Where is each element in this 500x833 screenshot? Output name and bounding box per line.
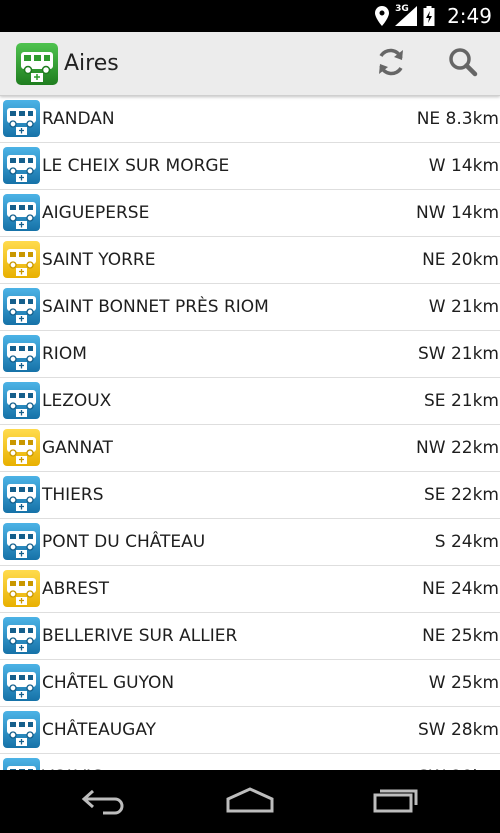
aire-distance: SE 22km (424, 485, 499, 505)
aire-distance: W 21km (428, 297, 499, 317)
camper-van-icon (3, 711, 40, 748)
list-item[interactable]: LE CHEIX SUR MORGE W 14km (0, 143, 500, 190)
aire-distance: S 24km (434, 532, 499, 552)
camper-van-icon (3, 241, 40, 278)
aire-distance: NE 25km (422, 626, 499, 646)
list-item[interactable]: SAINT BONNET PRÈS RIOM W 21km (0, 284, 500, 331)
camper-van-icon (3, 476, 40, 513)
search-button[interactable] (443, 44, 483, 84)
aire-name: SAINT YORRE (42, 250, 156, 270)
list-item[interactable]: LEZOUX SE 21km (0, 378, 500, 425)
recent-apps-icon (371, 785, 421, 819)
aire-name: AIGUEPERSE (42, 203, 150, 223)
network-type-label: 3G (395, 4, 409, 14)
list-item[interactable]: VOLVIC SW 28km (0, 754, 500, 770)
camper-van-icon (3, 523, 40, 560)
signal-icon: 3G (395, 4, 418, 26)
home-button[interactable] (210, 780, 290, 824)
battery-icon (423, 6, 435, 26)
aire-name: BELLERIVE SUR ALLIER (42, 626, 238, 646)
list-item[interactable]: THIERS SE 22km (0, 472, 500, 519)
list-item[interactable]: GANNAT NW 22km (0, 425, 500, 472)
list-item[interactable]: AIGUEPERSE NW 14km (0, 190, 500, 237)
list-item[interactable]: CHÂTEAUGAY SW 28km (0, 707, 500, 754)
camper-van-icon (3, 758, 40, 770)
aire-name: CHÂTEL GUYON (42, 673, 175, 693)
camper-van-icon (3, 194, 40, 231)
camper-van-icon (3, 570, 40, 607)
search-icon (447, 46, 479, 82)
recent-apps-button[interactable] (356, 780, 436, 824)
aire-distance: SW 28km (418, 754, 499, 770)
aire-name: GANNAT (42, 438, 113, 458)
back-button[interactable] (64, 780, 144, 824)
aire-name: LEZOUX (42, 391, 112, 411)
aire-name: RIOM (42, 344, 87, 364)
aire-name: RANDAN (42, 109, 115, 129)
aire-name: VOLVIC (42, 754, 103, 770)
camper-van-icon (3, 382, 40, 419)
action-bar: Aires (0, 32, 500, 96)
aire-distance: NE 24km (422, 579, 499, 599)
list-item[interactable]: SAINT YORRE NE 20km (0, 237, 500, 284)
list-item[interactable]: ABREST NE 24km (0, 566, 500, 613)
aire-distance: NW 22km (416, 438, 499, 458)
status-bar: 3G 2:49 (0, 0, 500, 32)
camper-van-icon (3, 429, 40, 466)
aire-distance: NE 8.3km (416, 109, 499, 129)
aire-name: LE CHEIX SUR MORGE (42, 156, 230, 176)
camper-van-icon (3, 335, 40, 372)
aire-distance: SW 28km (417, 720, 499, 740)
aire-distance: SW 21km (417, 344, 499, 364)
refresh-button[interactable] (371, 44, 411, 84)
aire-distance: SE 21km (424, 391, 499, 411)
aire-distance: W 14km (428, 156, 499, 176)
back-icon (79, 785, 129, 819)
list-item[interactable]: RIOM SW 21km (0, 331, 500, 378)
camper-van-icon (3, 617, 40, 654)
clock: 2:49 (447, 4, 492, 28)
camper-van-icon (3, 288, 40, 325)
aire-distance: W 25km (428, 673, 499, 693)
list-item[interactable]: CHÂTEL GUYON W 25km (0, 660, 500, 707)
aire-name: SAINT BONNET PRÈS RIOM (42, 297, 269, 317)
aire-name: CHÂTEAUGAY (42, 720, 157, 740)
navigation-bar (0, 770, 500, 833)
aires-list[interactable]: RANDAN NE 8.3km LE CHEIX SUR MORGE W 14km AI… (0, 96, 500, 770)
aire-distance: NE 20km (422, 250, 499, 270)
refresh-icon (375, 46, 407, 82)
camper-van-icon (3, 664, 40, 701)
aire-name: THIERS (42, 485, 104, 505)
camper-van-icon (3, 100, 40, 137)
page-title: Aires (64, 51, 119, 76)
aire-name: PONT DU CHÂTEAU (42, 532, 206, 552)
status-icons: 3G 2:49 (375, 0, 492, 32)
list-item[interactable]: PONT DU CHÂTEAU S 24km (0, 519, 500, 566)
list-item[interactable]: RANDAN NE 8.3km (0, 96, 500, 143)
list-item[interactable]: BELLERIVE SUR ALLIER NE 25km (0, 613, 500, 660)
location-icon (375, 6, 390, 26)
camper-van-icon (3, 147, 40, 184)
camper-van-icon[interactable] (16, 43, 58, 85)
home-icon (225, 785, 275, 819)
aire-name: ABREST (42, 579, 110, 599)
aire-distance: NW 14km (416, 203, 499, 223)
